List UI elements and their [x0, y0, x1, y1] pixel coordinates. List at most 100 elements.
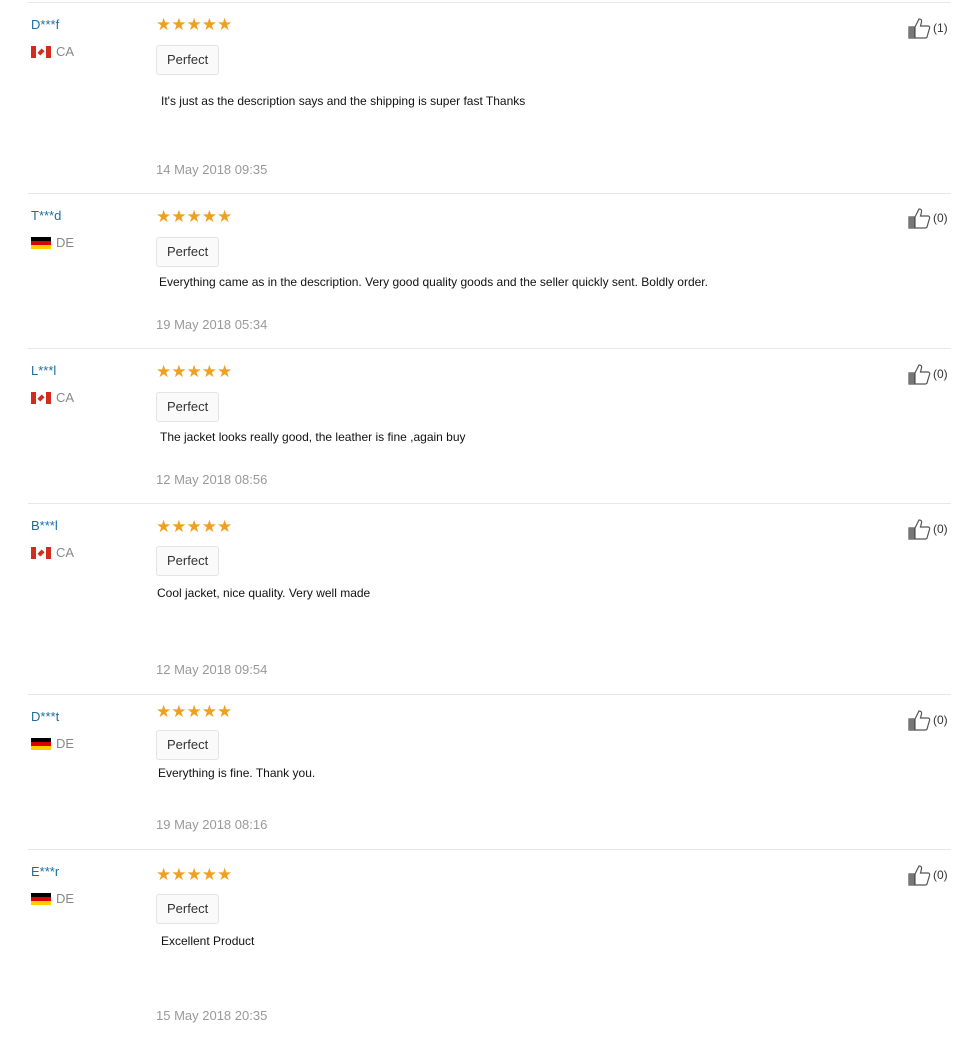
star-icon: ★ — [171, 15, 187, 34]
star-icon: ★ — [186, 207, 202, 226]
review-tag: Perfect — [156, 730, 220, 760]
star-icon: ★ — [217, 702, 233, 721]
review-date: 14 May 2018 09:35 — [156, 162, 268, 177]
like-button[interactable]: (1) — [907, 17, 948, 39]
like-button[interactable]: (0) — [907, 709, 948, 731]
country-code: CA — [56, 390, 75, 405]
like-count: (0) — [933, 522, 948, 536]
reviewer-country: CA — [31, 44, 74, 59]
country-code: DE — [56, 235, 75, 250]
country-code: CA — [56, 545, 75, 560]
review-date: 12 May 2018 09:54 — [156, 662, 268, 677]
star-icon: ★ — [186, 15, 202, 34]
review-item: L***l CA ★ ★ ★ ★ ★ Perfect The jacket looks … — [0, 349, 977, 504]
review-item: D***f CA ★ ★ ★ ★ ★ Perfect It's just as the … — [0, 2, 977, 194]
star-icon: ★ — [186, 362, 202, 381]
star-icon: ★ — [156, 702, 172, 721]
like-count: (0) — [933, 868, 948, 882]
star-icon: ★ — [171, 517, 187, 536]
flag-icon — [31, 236, 51, 249]
review-tag: Perfect — [156, 392, 220, 422]
thumbs-up-icon — [908, 519, 931, 540]
review-date: 19 May 2018 08:16 — [156, 817, 268, 832]
thumbs-up-icon — [908, 865, 931, 886]
like-button[interactable]: (0) — [907, 518, 948, 540]
review-tag: Perfect — [156, 894, 220, 924]
star-icon: ★ — [201, 362, 217, 381]
review-text: Cool jacket, nice quality. Very well mad… — [157, 586, 371, 600]
star-icon: ★ — [217, 207, 233, 226]
review-item: T***d DE ★ ★ ★ ★ ★ Perfect Everything came a… — [0, 194, 977, 349]
review-tag: Perfect — [156, 546, 220, 576]
star-icon: ★ — [201, 207, 217, 226]
reviewer-name: E***r — [31, 864, 60, 879]
star-icon: ★ — [217, 517, 233, 536]
review-tag: Perfect — [156, 237, 220, 267]
star-icon: ★ — [217, 362, 233, 381]
star-icon: ★ — [156, 362, 172, 381]
star-icon: ★ — [201, 15, 217, 34]
country-code: CA — [56, 44, 75, 59]
review-text: The jacket looks really good, the leathe… — [160, 430, 466, 444]
review-date: 15 May 2018 20:35 — [156, 1008, 268, 1023]
star-rating: ★ ★ ★ ★ ★ — [156, 518, 232, 536]
star-icon: ★ — [171, 362, 187, 381]
star-icon: ★ — [186, 865, 202, 884]
review-item: E***r DE ★ ★ ★ ★ ★ Perfect Excellent Product… — [0, 850, 977, 1039]
review-text: Everything came as in the description. V… — [159, 275, 708, 289]
star-rating: ★ ★ ★ ★ ★ — [156, 703, 232, 721]
reviewer-country: CA — [31, 545, 74, 560]
star-icon: ★ — [171, 207, 187, 226]
review-text: Everything is fine. Thank you. — [158, 766, 316, 780]
reviewer-name: D***t — [31, 709, 60, 724]
star-icon: ★ — [201, 865, 217, 884]
star-icon: ★ — [186, 702, 202, 721]
like-count: (0) — [933, 713, 948, 727]
thumbs-up-icon — [908, 364, 931, 385]
star-icon: ★ — [156, 15, 172, 34]
star-icon: ★ — [186, 517, 202, 536]
reviewer-name: B***l — [31, 518, 58, 533]
review-item: B***l CA ★ ★ ★ ★ ★ Perfect Cool jacket, nice… — [0, 504, 977, 695]
like-count: (1) — [933, 21, 948, 35]
like-count: (0) — [933, 367, 948, 381]
review-date: 19 May 2018 05:34 — [156, 317, 268, 332]
flag-icon — [31, 737, 51, 750]
like-button[interactable]: (0) — [907, 207, 948, 229]
review-text: It's just as the description says and th… — [161, 94, 526, 108]
like-count: (0) — [933, 211, 948, 225]
flag-icon — [31, 892, 51, 905]
flag-icon — [31, 546, 51, 559]
star-icon: ★ — [156, 865, 172, 884]
star-icon: ★ — [156, 517, 172, 536]
review-item: D***t DE ★ ★ ★ ★ ★ Perfect Everything is fin… — [0, 695, 977, 850]
star-icon: ★ — [171, 702, 187, 721]
country-code: DE — [56, 736, 75, 751]
star-rating: ★ ★ ★ ★ ★ — [156, 866, 232, 884]
star-rating: ★ ★ ★ ★ ★ — [156, 208, 232, 226]
country-code: DE — [56, 891, 75, 906]
reviewer-country: DE — [31, 736, 74, 751]
flag-icon — [31, 45, 51, 58]
reviewer-name: D***f — [31, 17, 60, 32]
like-button[interactable]: (0) — [907, 864, 948, 886]
review-text: Excellent Product — [161, 934, 255, 948]
thumbs-up-icon — [908, 208, 931, 229]
review-tag: Perfect — [156, 45, 220, 75]
reviewer-country: DE — [31, 235, 74, 250]
star-rating: ★ ★ ★ ★ ★ — [156, 363, 232, 381]
star-icon: ★ — [201, 702, 217, 721]
star-icon: ★ — [171, 865, 187, 884]
reviewer-country: CA — [31, 390, 74, 405]
like-button[interactable]: (0) — [907, 363, 948, 385]
star-icon: ★ — [156, 207, 172, 226]
flag-icon — [31, 391, 51, 404]
star-rating: ★ ★ ★ ★ ★ — [156, 16, 232, 34]
thumbs-up-icon — [908, 18, 931, 39]
reviewer-country: DE — [31, 891, 74, 906]
star-icon: ★ — [217, 865, 233, 884]
reviewer-name: L***l — [31, 363, 57, 378]
review-date: 12 May 2018 08:56 — [156, 472, 268, 487]
thumbs-up-icon — [908, 710, 931, 731]
star-icon: ★ — [217, 15, 233, 34]
